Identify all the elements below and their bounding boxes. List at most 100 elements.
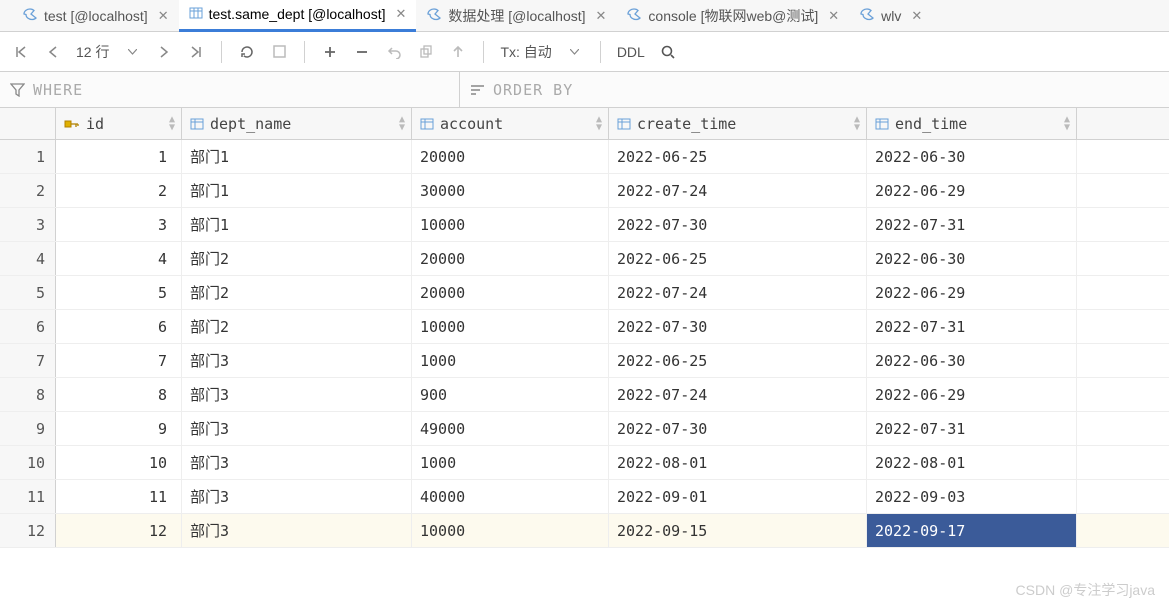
first-page-button[interactable] [8, 39, 34, 65]
cell-account[interactable]: 49000 [412, 412, 609, 445]
last-page-button[interactable] [183, 39, 209, 65]
column-header-dept-name[interactable]: dept_name [182, 108, 412, 139]
cell-dept-name[interactable]: 部门1 [182, 208, 412, 241]
cell-dept-name[interactable]: 部门1 [182, 174, 412, 207]
cell-end-time[interactable]: 2022-09-17 [867, 514, 1077, 547]
tx-mode-dropdown-icon[interactable] [562, 39, 588, 65]
cell-dept-name[interactable]: 部门3 [182, 412, 412, 445]
cell-end-time[interactable]: 2022-07-31 [867, 412, 1077, 445]
editor-tab[interactable]: wlv✕ [849, 0, 932, 32]
cell-account[interactable]: 20000 [412, 140, 609, 173]
cell-dept-name[interactable]: 部门3 [182, 344, 412, 377]
cell-create-time[interactable]: 2022-06-25 [609, 242, 867, 275]
cell-id[interactable]: 1 [56, 140, 182, 173]
table-row[interactable]: 55部门2200002022-07-242022-06-29 [0, 276, 1169, 310]
cell-dept-name[interactable]: 部门2 [182, 276, 412, 309]
cell-dept-name[interactable]: 部门3 [182, 514, 412, 547]
row-number[interactable]: 10 [0, 446, 56, 479]
table-row[interactable]: 44部门2200002022-06-252022-06-30 [0, 242, 1169, 276]
cell-end-time[interactable]: 2022-09-03 [867, 480, 1077, 513]
cell-dept-name[interactable]: 部门3 [182, 480, 412, 513]
close-icon[interactable]: ✕ [828, 8, 839, 24]
column-header-account[interactable]: account [412, 108, 609, 139]
close-icon[interactable]: ✕ [911, 8, 922, 24]
cell-end-time[interactable]: 2022-06-29 [867, 276, 1077, 309]
cell-account[interactable]: 30000 [412, 174, 609, 207]
cell-account[interactable]: 40000 [412, 480, 609, 513]
cell-create-time[interactable]: 2022-07-24 [609, 276, 867, 309]
cell-create-time[interactable]: 2022-07-30 [609, 412, 867, 445]
stop-button[interactable] [266, 39, 292, 65]
cell-end-time[interactable]: 2022-06-29 [867, 174, 1077, 207]
cell-dept-name[interactable]: 部门3 [182, 378, 412, 411]
cell-create-time[interactable]: 2022-06-25 [609, 344, 867, 377]
row-number[interactable]: 9 [0, 412, 56, 445]
close-icon[interactable]: ✕ [395, 6, 406, 22]
cell-id[interactable]: 3 [56, 208, 182, 241]
cell-account[interactable]: 10000 [412, 310, 609, 343]
column-header-end-time[interactable]: end_time [867, 108, 1077, 139]
tx-mode-label[interactable]: Tx: 自动 [496, 42, 555, 62]
commit-button[interactable] [445, 39, 471, 65]
reload-button[interactable] [234, 39, 260, 65]
table-row[interactable]: 66部门2100002022-07-302022-07-31 [0, 310, 1169, 344]
cell-account[interactable]: 10000 [412, 514, 609, 547]
where-filter[interactable]: WHERE [0, 72, 460, 107]
cell-id[interactable]: 5 [56, 276, 182, 309]
cell-end-time[interactable]: 2022-07-31 [867, 310, 1077, 343]
cell-id[interactable]: 11 [56, 480, 182, 513]
table-row[interactable]: 1111部门3400002022-09-012022-09-03 [0, 480, 1169, 514]
cell-create-time[interactable]: 2022-07-24 [609, 378, 867, 411]
table-row[interactable]: 99部门3490002022-07-302022-07-31 [0, 412, 1169, 446]
cell-account[interactable]: 20000 [412, 242, 609, 275]
cell-create-time[interactable]: 2022-07-30 [609, 208, 867, 241]
table-row[interactable]: 77部门310002022-06-252022-06-30 [0, 344, 1169, 378]
row-number[interactable]: 3 [0, 208, 56, 241]
cell-account[interactable]: 20000 [412, 276, 609, 309]
cell-create-time[interactable]: 2022-06-25 [609, 140, 867, 173]
grid-corner[interactable] [0, 108, 56, 139]
editor-tab[interactable]: console [物联网web@测试]✕ [616, 0, 849, 32]
cell-id[interactable]: 12 [56, 514, 182, 547]
cell-end-time[interactable]: 2022-07-31 [867, 208, 1077, 241]
cell-id[interactable]: 4 [56, 242, 182, 275]
editor-tab[interactable]: 数据处理 [@localhost]✕ [416, 0, 616, 32]
editor-tab[interactable]: test.same_dept [@localhost]✕ [179, 0, 417, 32]
cell-id[interactable]: 10 [56, 446, 182, 479]
cell-id[interactable]: 7 [56, 344, 182, 377]
table-row[interactable]: 1212部门3100002022-09-152022-09-17 [0, 514, 1169, 548]
cell-end-time[interactable]: 2022-06-30 [867, 344, 1077, 377]
cell-account[interactable]: 1000 [412, 446, 609, 479]
cell-end-time[interactable]: 2022-06-30 [867, 242, 1077, 275]
cell-id[interactable]: 9 [56, 412, 182, 445]
table-row[interactable]: 11部门1200002022-06-252022-06-30 [0, 140, 1169, 174]
cell-create-time[interactable]: 2022-08-01 [609, 446, 867, 479]
row-number[interactable]: 5 [0, 276, 56, 309]
cell-end-time[interactable]: 2022-08-01 [867, 446, 1077, 479]
cell-account[interactable]: 10000 [412, 208, 609, 241]
table-row[interactable]: 88部门39002022-07-242022-06-29 [0, 378, 1169, 412]
row-count-dropdown-icon[interactable] [119, 39, 145, 65]
cell-dept-name[interactable]: 部门1 [182, 140, 412, 173]
cell-create-time[interactable]: 2022-07-24 [609, 174, 867, 207]
column-header-id[interactable]: id [56, 108, 182, 139]
cell-create-time[interactable]: 2022-09-01 [609, 480, 867, 513]
row-count-label[interactable]: 12 行 [72, 42, 113, 62]
editor-tab[interactable]: test [@localhost]✕ [12, 0, 179, 32]
cell-end-time[interactable]: 2022-06-29 [867, 378, 1077, 411]
row-number[interactable]: 12 [0, 514, 56, 547]
cell-create-time[interactable]: 2022-07-30 [609, 310, 867, 343]
cell-id[interactable]: 6 [56, 310, 182, 343]
row-number[interactable]: 7 [0, 344, 56, 377]
cell-create-time[interactable]: 2022-09-15 [609, 514, 867, 547]
row-number[interactable]: 6 [0, 310, 56, 343]
cell-end-time[interactable]: 2022-06-30 [867, 140, 1077, 173]
cell-dept-name[interactable]: 部门2 [182, 310, 412, 343]
cell-dept-name[interactable]: 部门3 [182, 446, 412, 479]
search-button[interactable] [655, 39, 681, 65]
close-icon[interactable]: ✕ [158, 8, 169, 24]
row-number[interactable]: 11 [0, 480, 56, 513]
cell-dept-name[interactable]: 部门2 [182, 242, 412, 275]
column-header-create-time[interactable]: create_time [609, 108, 867, 139]
row-number[interactable]: 2 [0, 174, 56, 207]
